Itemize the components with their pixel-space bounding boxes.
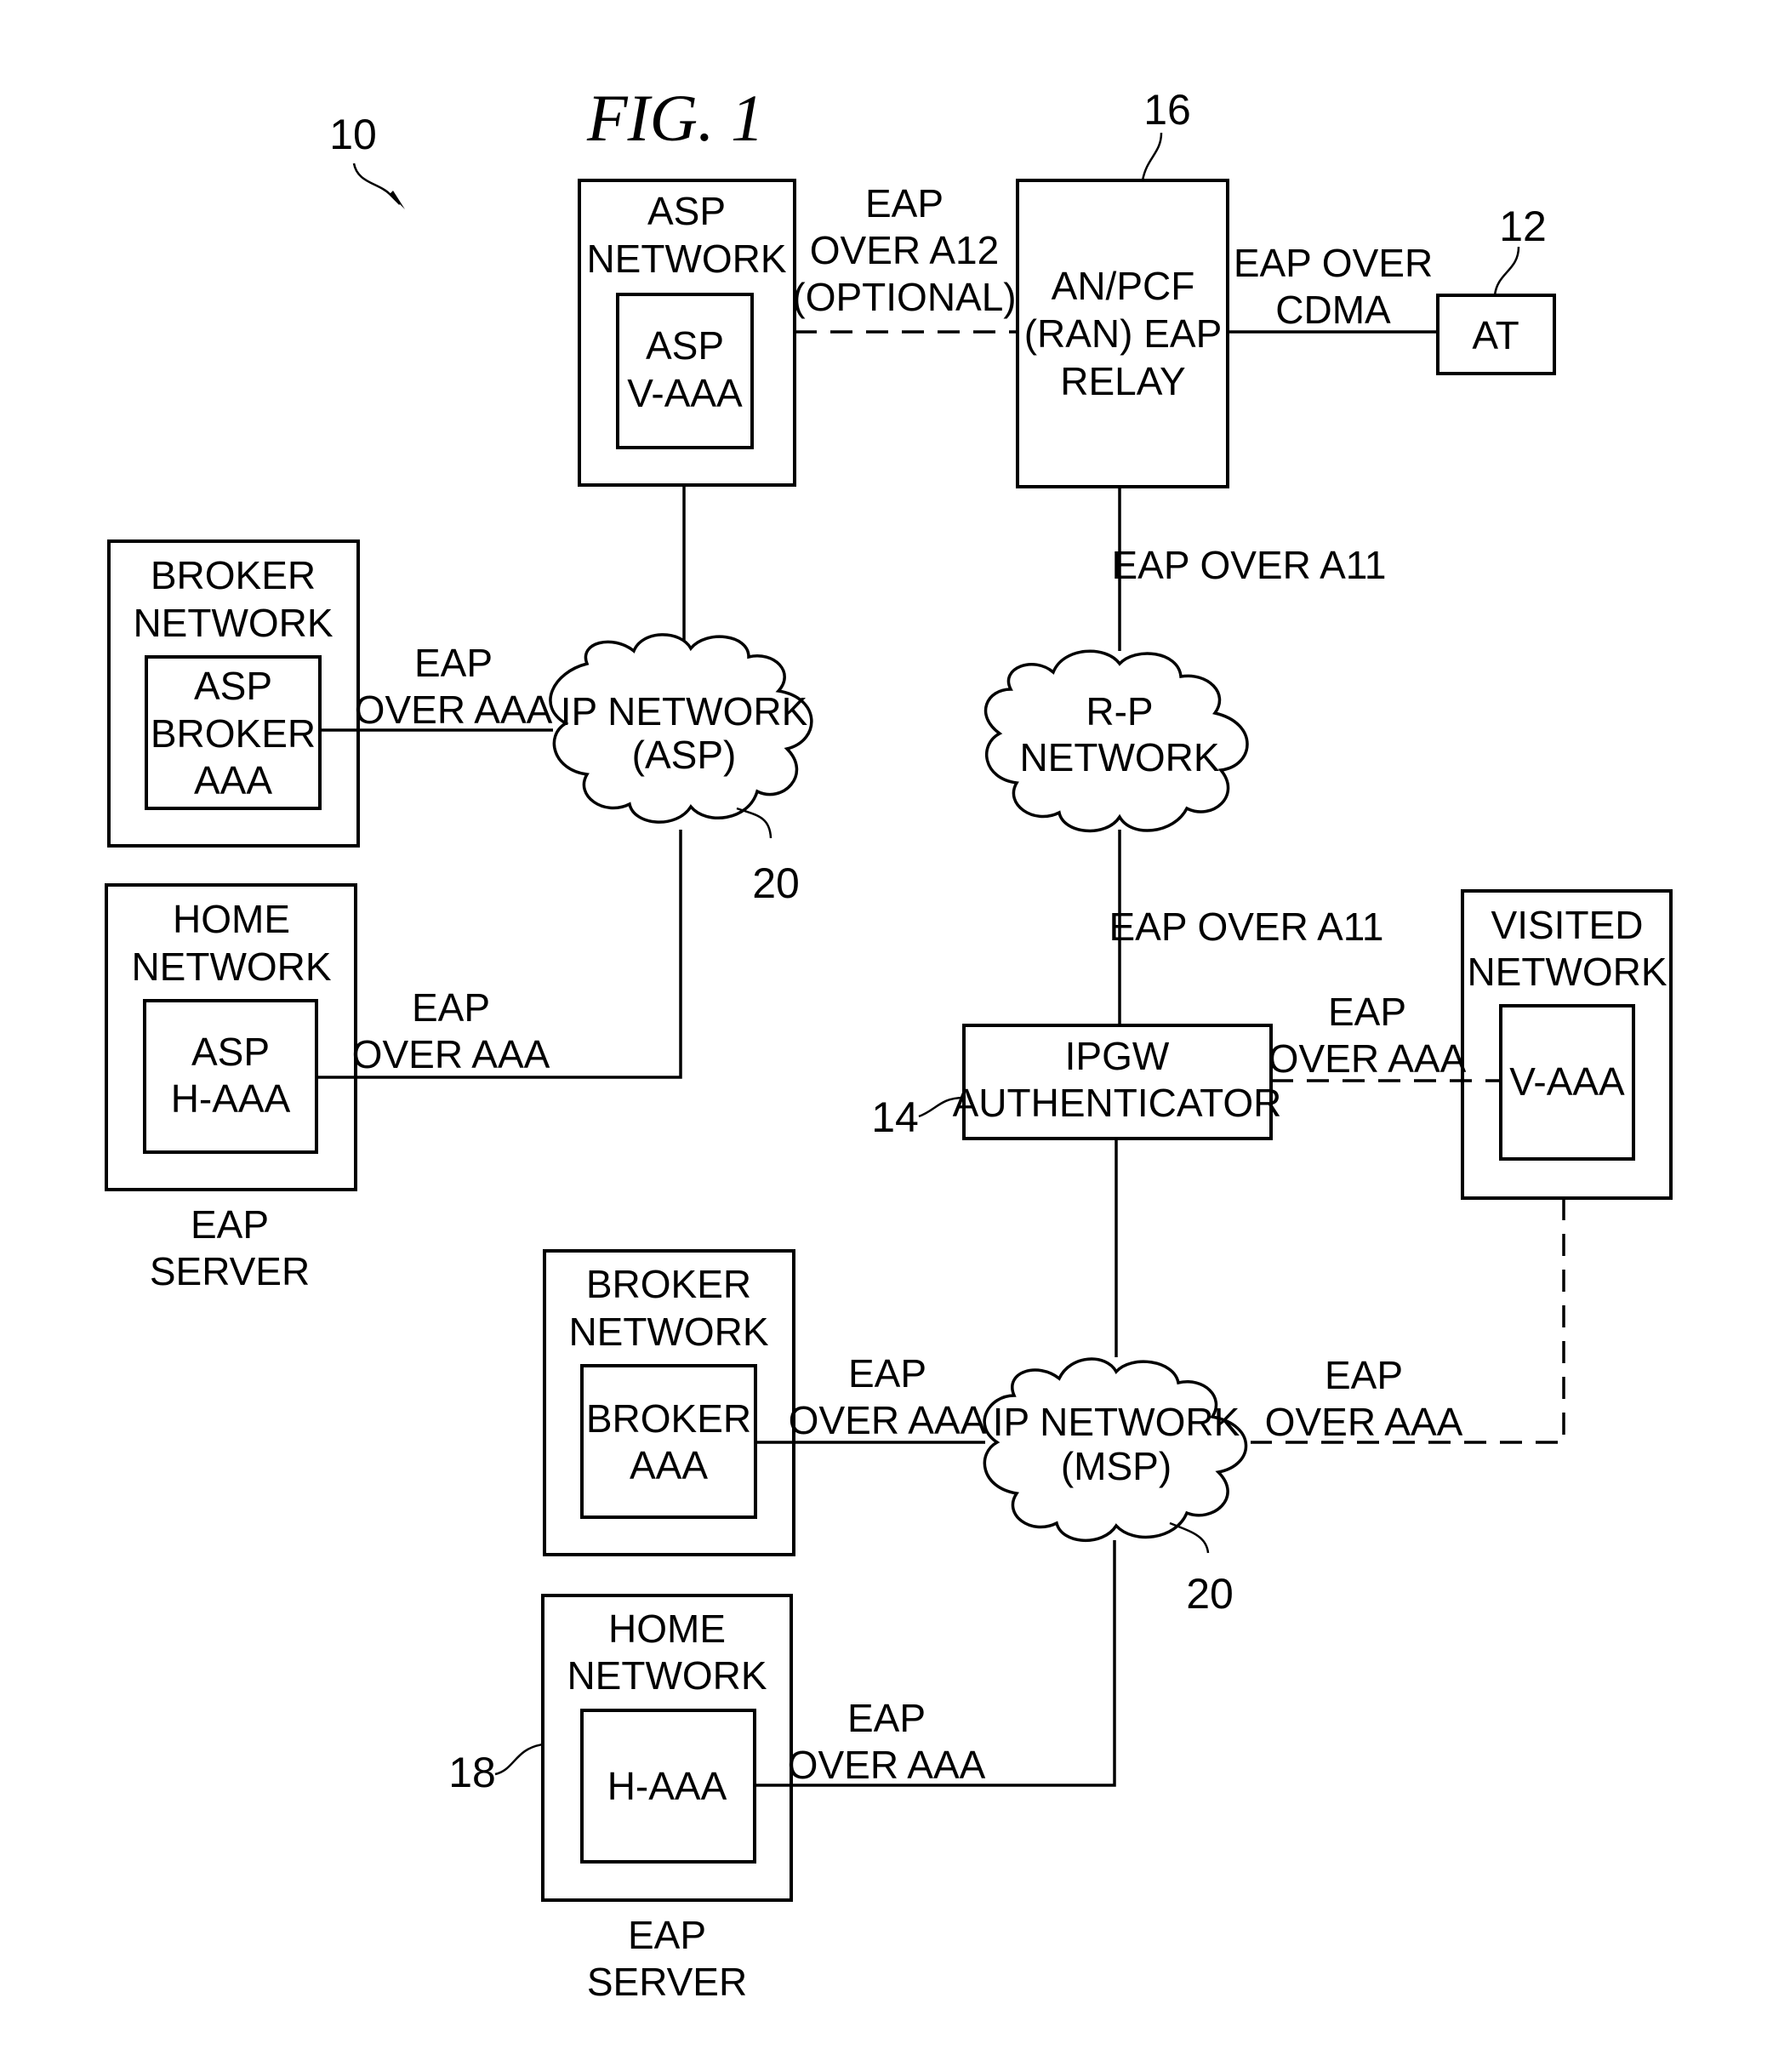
eap-server-caption: EAP	[628, 1913, 706, 1957]
svg-text:NETWORK: NETWORK	[133, 601, 333, 645]
svg-text:V-AAA: V-AAA	[1509, 1059, 1625, 1104]
broker-network-msp-node: BROKER NETWORK BROKER AAA	[543, 1249, 795, 1556]
svg-text:VISITED: VISITED	[1491, 903, 1644, 947]
eap-server-caption: EAP	[191, 1202, 269, 1247]
svg-text:NETWORK: NETWORK	[568, 1310, 768, 1354]
ref-14: 14	[871, 1093, 919, 1141]
link-label: EAP	[847, 1696, 926, 1740]
link-label: CDMA	[1275, 288, 1391, 332]
svg-text:AUTHENTICATOR: AUTHENTICATOR	[953, 1081, 1282, 1125]
link-label: EAP	[1328, 990, 1406, 1034]
svg-text:H-AAA: H-AAA	[171, 1076, 291, 1121]
link-label: OVER AAA	[1268, 1036, 1467, 1081]
diagram-canvas: FIG. 1 10 ASP NETWORK ASP V-AAA EAP OVER…	[105, 81, 1673, 2004]
svg-text:R-P: R-P	[1086, 689, 1153, 733]
arrowhead-icon	[390, 191, 405, 209]
ipgw-authenticator-node: IPGW AUTHENTICATOR	[953, 1024, 1282, 1140]
ref-10: 10	[329, 111, 377, 158]
figure-title: FIG. 1	[586, 81, 764, 155]
svg-text:ASP: ASP	[647, 189, 726, 233]
svg-text:HOME: HOME	[173, 897, 290, 941]
link-label: EAP	[414, 641, 493, 685]
svg-text:IP NETWORK: IP NETWORK	[561, 689, 808, 733]
eap-server-caption: SERVER	[587, 1960, 747, 2004]
svg-text:ASP: ASP	[194, 664, 272, 708]
link-label: EAP	[412, 985, 490, 1030]
link-label: EAP	[848, 1351, 926, 1396]
link-label: EAP OVER A11	[1111, 543, 1386, 587]
ref-12: 12	[1499, 203, 1547, 250]
at-node: AT	[1436, 294, 1556, 375]
ip-network-msp-cloud: IP NETWORK (MSP)	[983, 1357, 1248, 1543]
link-label: OVER AAA	[352, 1032, 550, 1076]
svg-text:BROKER: BROKER	[151, 553, 316, 597]
link-label: EAP OVER	[1234, 241, 1433, 285]
svg-text:BROKER: BROKER	[586, 1396, 751, 1441]
svg-text:(ASP): (ASP)	[632, 733, 737, 777]
link-label: EAP	[1325, 1353, 1403, 1397]
svg-text:NETWORK: NETWORK	[1467, 950, 1667, 994]
svg-text:NETWORK: NETWORK	[586, 237, 786, 281]
svg-text:BROKER: BROKER	[586, 1262, 751, 1306]
ip-network-asp-cloud: IP NETWORK (ASP)	[549, 633, 813, 824]
svg-text:NETWORK: NETWORK	[1019, 735, 1219, 779]
svg-text:ASP: ASP	[191, 1030, 270, 1074]
visited-network-node: VISITED NETWORK V-AAA	[1461, 889, 1673, 1200]
link-label: EAP OVER A11	[1109, 905, 1383, 949]
svg-text:AN/PCF: AN/PCF	[1052, 264, 1195, 308]
link-label: EAP	[865, 181, 944, 225]
link-label: (OPTIONAL)	[792, 275, 1016, 319]
svg-text:ASP: ASP	[646, 323, 724, 368]
svg-text:(RAN) EAP: (RAN) EAP	[1024, 311, 1223, 356]
svg-text:NETWORK: NETWORK	[567, 1653, 767, 1698]
svg-text:HOME: HOME	[608, 1607, 726, 1651]
rp-network-cloud: R-P NETWORK	[983, 649, 1249, 833]
link-label: OVER A12	[810, 228, 999, 272]
ref-12-leader	[1493, 246, 1520, 296]
ref-18-leader	[494, 1743, 544, 1776]
svg-text:V-AAA: V-AAA	[627, 371, 743, 415]
link-label: OVER AAA	[1265, 1400, 1463, 1444]
ref-10-arrow	[352, 163, 401, 205]
ref-16: 16	[1143, 86, 1191, 134]
home-network-msp-node: HOME NETWORK H-AAA	[541, 1594, 793, 1902]
ref-18: 18	[448, 1749, 496, 1796]
svg-text:IPGW: IPGW	[1065, 1034, 1170, 1078]
svg-text:IP NETWORK: IP NETWORK	[993, 1400, 1240, 1444]
link-label: OVER AAA	[788, 1743, 986, 1787]
an-pcf-relay-node: AN/PCF (RAN) EAP RELAY	[1016, 179, 1229, 488]
ref-16-leader	[1141, 132, 1163, 181]
svg-text:RELAY: RELAY	[1060, 359, 1185, 403]
svg-text:(MSP): (MSP)	[1061, 1444, 1172, 1488]
svg-text:H-AAA: H-AAA	[607, 1764, 727, 1808]
broker-network-asp-node: BROKER NETWORK ASP BROKER AAA	[107, 539, 360, 848]
svg-text:AT: AT	[1472, 313, 1519, 357]
ref-20-msp: 20	[1186, 1570, 1234, 1618]
home-network-asp-node: HOME NETWORK ASP H-AAA	[105, 883, 357, 1191]
link-label: OVER AAA	[789, 1398, 987, 1442]
svg-text:BROKER: BROKER	[151, 711, 316, 756]
svg-text:AAA: AAA	[194, 758, 272, 802]
link-label: OVER AAA	[355, 688, 553, 732]
eap-server-caption: SERVER	[150, 1249, 310, 1293]
svg-text:NETWORK: NETWORK	[131, 945, 331, 989]
ref-20: 20	[752, 859, 800, 907]
asp-network-node: ASP NETWORK ASP V-AAA	[578, 179, 796, 487]
svg-text:AAA: AAA	[630, 1443, 708, 1487]
broker-aaa-box	[580, 1364, 757, 1519]
